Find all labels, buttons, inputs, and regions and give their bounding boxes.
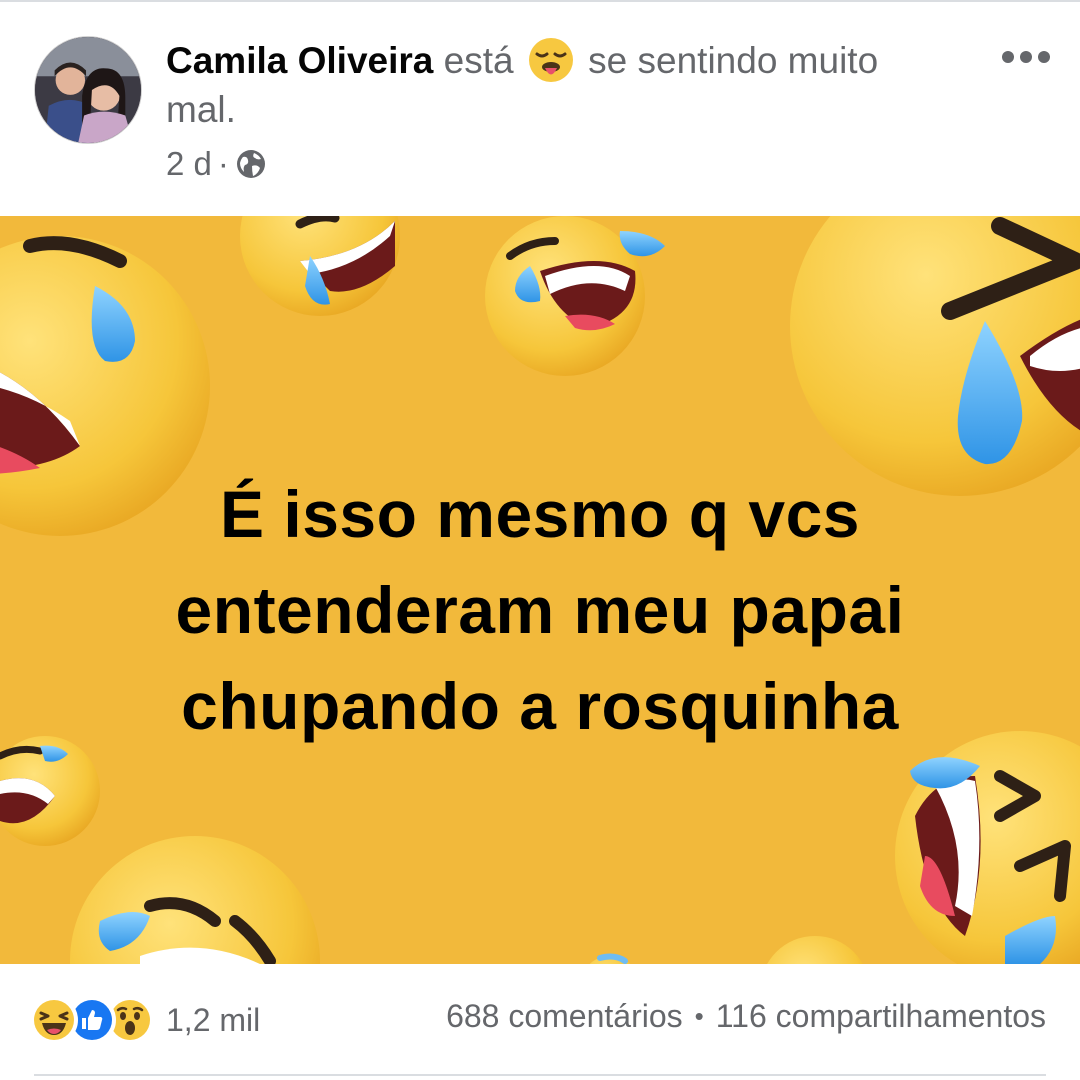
post-status-line: Camila Oliveira está se sentindo muito m… xyxy=(166,36,956,134)
emoji-bottom-right xyxy=(895,731,1080,964)
more-dot xyxy=(1038,51,1050,63)
post-header: Camila Oliveira está se sentindo muito m… xyxy=(0,0,1080,216)
more-dot xyxy=(1020,51,1032,63)
engagement-stats: 688 comentários • 116 compartilhamentos xyxy=(446,998,1046,1035)
feeling-sick-emoji-icon xyxy=(528,37,574,83)
avatar-photo xyxy=(35,37,141,143)
stats-separator: • xyxy=(694,1001,704,1031)
bottom-divider xyxy=(34,1074,1046,1076)
meta-separator: · xyxy=(217,145,229,182)
emoji-top-middle xyxy=(485,216,665,376)
post-image-card[interactable]: É isso mesmo q vcs entenderam meu papai … xyxy=(0,216,1080,964)
more-options-icon[interactable] xyxy=(1000,42,1052,72)
post-time[interactable]: 2 d xyxy=(166,145,212,183)
more-dot xyxy=(1002,51,1014,63)
emoji-bottom-middle xyxy=(589,936,863,964)
author-name[interactable]: Camila Oliveira xyxy=(166,40,433,81)
feeling-verb: está xyxy=(443,40,514,81)
post-footer: 1,2 mil 688 comentários • 116 compartilh… xyxy=(0,964,1080,1080)
card-caption: É isso mesmo q vcs entenderam meu papai … xyxy=(175,477,905,743)
haha-reaction-icon xyxy=(30,996,78,1044)
shares-count[interactable]: 116 compartilhamentos xyxy=(716,998,1046,1035)
emoji-bottom-left xyxy=(70,836,320,964)
emoji-top-left xyxy=(240,216,400,316)
emoji-right-large xyxy=(790,216,1080,496)
post-meta: 2 d · xyxy=(166,142,267,186)
comments-count[interactable]: 688 comentários xyxy=(446,998,683,1035)
reaction-count: 1,2 mil xyxy=(166,1001,261,1038)
reaction-summary[interactable]: 1,2 mil xyxy=(30,994,260,1046)
author-avatar[interactable] xyxy=(34,36,142,144)
globe-icon xyxy=(235,148,267,180)
